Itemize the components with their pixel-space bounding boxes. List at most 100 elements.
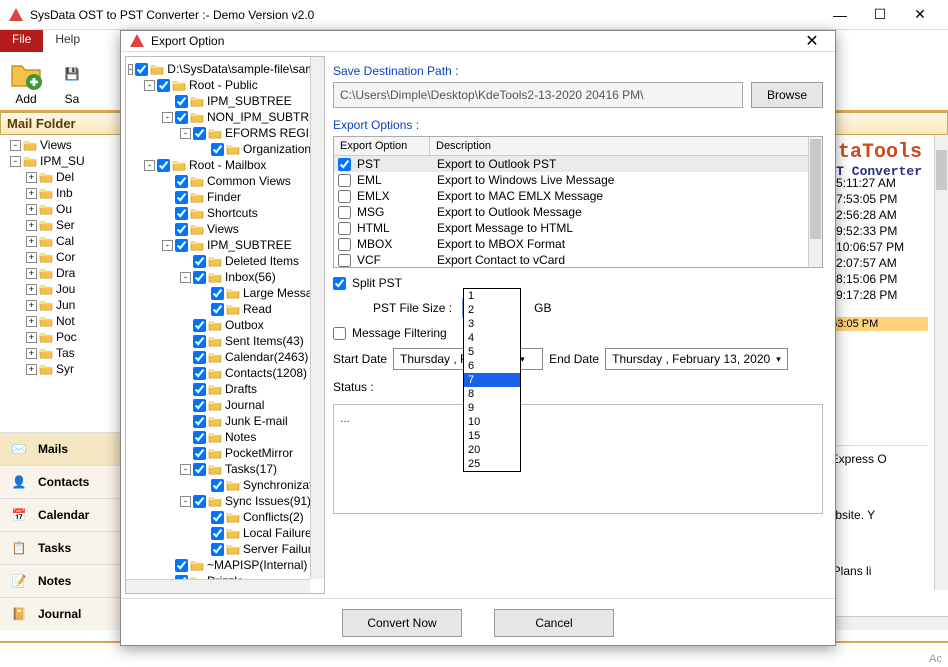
- dialog-tree-node[interactable]: Deleted Items: [128, 253, 322, 269]
- tree-node[interactable]: +Ser: [0, 217, 121, 233]
- notes-icon: 📝: [8, 571, 30, 591]
- toolbar-save-label: Sa: [52, 92, 92, 106]
- dialog-tree-node[interactable]: -Sync Issues(91): [128, 493, 322, 509]
- export-option-row[interactable]: MSGExport to Outlook Message: [334, 204, 822, 220]
- dialog-close-button[interactable]: ✕: [797, 31, 827, 51]
- close-button[interactable]: ✕: [900, 1, 940, 29]
- nav-notes[interactable]: 📝Notes: [0, 564, 121, 597]
- export-option-row[interactable]: HTMLExport Message to HTML: [334, 220, 822, 236]
- nav-contacts[interactable]: 👤Contacts: [0, 465, 121, 498]
- dialog-tree-node[interactable]: Large Messa: [128, 285, 322, 301]
- tree-node[interactable]: +Inb: [0, 185, 121, 201]
- split-pst-checkbox[interactable]: [333, 277, 346, 290]
- tasks-icon: 📋: [8, 538, 30, 558]
- dialog-tree-node[interactable]: Shortcuts: [128, 205, 322, 221]
- dialog-tree-node[interactable]: Views: [128, 221, 322, 237]
- dialog-tree-node[interactable]: Calendar(2463): [128, 349, 322, 365]
- tree-node[interactable]: +Cor: [0, 249, 121, 265]
- dialog-tree-node[interactable]: IPM_SUBTREE: [128, 93, 322, 109]
- nav-tasks[interactable]: 📋Tasks: [0, 531, 121, 564]
- dialog-tree-node[interactable]: Finder: [128, 189, 322, 205]
- browse-button[interactable]: Browse: [751, 82, 823, 108]
- tree-node[interactable]: +Ou: [0, 201, 121, 217]
- size-option[interactable]: 2: [464, 303, 520, 317]
- end-date-picker[interactable]: Thursday , February 13, 2020▾: [605, 348, 788, 370]
- tree-scrollbar-v[interactable]: [310, 57, 324, 579]
- tree-node[interactable]: +Jun: [0, 297, 121, 313]
- dialog-tree-node[interactable]: -NON_IPM_SUBTRE: [128, 109, 322, 125]
- size-option[interactable]: 6: [464, 359, 520, 373]
- size-option[interactable]: 1: [464, 289, 520, 303]
- dialog-tree-node[interactable]: Notes: [128, 429, 322, 445]
- dialog-tree-node[interactable]: -EFORMS REGIS: [128, 125, 322, 141]
- size-option[interactable]: 20: [464, 443, 520, 457]
- size-option[interactable]: 8: [464, 387, 520, 401]
- size-option[interactable]: 9: [464, 401, 520, 415]
- message-filtering-checkbox[interactable]: [333, 327, 346, 340]
- tree-node[interactable]: +Poc: [0, 329, 121, 345]
- export-option-row[interactable]: VCFExport Contact to vCard: [334, 252, 822, 268]
- menu-file[interactable]: File: [0, 30, 43, 52]
- dialog-tree-node[interactable]: Contacts(1208): [128, 365, 322, 381]
- dialog-tree-node[interactable]: Common Views: [128, 173, 322, 189]
- dialog-tree-node[interactable]: Outbox: [128, 317, 322, 333]
- size-option[interactable]: 7: [464, 373, 520, 387]
- tree-node[interactable]: +Syr: [0, 361, 121, 377]
- dialog-tree-node[interactable]: Read: [128, 301, 322, 317]
- export-col-description: Description: [430, 137, 822, 155]
- nav-journal[interactable]: 📔Journal: [0, 597, 121, 630]
- size-option[interactable]: 5: [464, 345, 520, 359]
- minimize-button[interactable]: —: [820, 1, 860, 29]
- export-options-label: Export Options :: [333, 118, 823, 132]
- dialog-tree-node[interactable]: -Root - Mailbox: [128, 157, 322, 173]
- tree-node[interactable]: +Not: [0, 313, 121, 329]
- scrollbar-vertical[interactable]: [934, 135, 948, 590]
- dialog-tree-node[interactable]: Junk E-mail: [128, 413, 322, 429]
- dialog-tree-node[interactable]: -Tasks(17): [128, 461, 322, 477]
- size-option[interactable]: 10: [464, 415, 520, 429]
- export-option-row[interactable]: EMLXExport to MAC EMLX Message: [334, 188, 822, 204]
- dialog-tree-node[interactable]: -Root - Public: [128, 77, 322, 93]
- dialog-tree-node[interactable]: Sent Items(43): [128, 333, 322, 349]
- tree-node[interactable]: +Cal: [0, 233, 121, 249]
- dialog-tree-node[interactable]: PocketMirror: [128, 445, 322, 461]
- dialog-tree-node[interactable]: Organization: [128, 141, 322, 157]
- size-option[interactable]: 3: [464, 317, 520, 331]
- pst-size-dropdown[interactable]: 12345678910152025: [463, 288, 521, 472]
- export-option-row[interactable]: PSTExport to Outlook PST: [334, 156, 822, 172]
- export-scrollbar[interactable]: [808, 137, 822, 267]
- toolbar-save[interactable]: 💾 Sa: [52, 56, 92, 106]
- maximize-button[interactable]: ☐: [860, 1, 900, 29]
- dialog-tree-node[interactable]: ~MAPISP(Internal): [128, 557, 322, 573]
- export-option-row[interactable]: EMLExport to Windows Live Message: [334, 172, 822, 188]
- tree-scrollbar-h[interactable]: [126, 579, 310, 593]
- convert-now-button[interactable]: Convert Now: [342, 609, 462, 637]
- size-option[interactable]: 25: [464, 457, 520, 471]
- gb-label: GB: [534, 301, 551, 315]
- cancel-button[interactable]: Cancel: [494, 609, 614, 637]
- destination-path-input[interactable]: [333, 82, 743, 108]
- dialog-tree-node[interactable]: -D:\SysData\sample-file\samp: [128, 61, 322, 77]
- dialog-tree-node[interactable]: Synchronizati: [128, 477, 322, 493]
- tree-node[interactable]: +Tas: [0, 345, 121, 361]
- tree-node[interactable]: -Views: [0, 137, 121, 153]
- size-option[interactable]: 4: [464, 331, 520, 345]
- tree-node[interactable]: +Jou: [0, 281, 121, 297]
- tree-node[interactable]: +Dra: [0, 265, 121, 281]
- tree-node[interactable]: +Del: [0, 169, 121, 185]
- dialog-tree-node[interactable]: Conflicts(2): [128, 509, 322, 525]
- menu-help[interactable]: Help: [43, 30, 92, 52]
- dialog-tree-node[interactable]: -Inbox(56): [128, 269, 322, 285]
- tree-node[interactable]: -IPM_SU: [0, 153, 121, 169]
- dialog-tree-node[interactable]: Journal: [128, 397, 322, 413]
- dialog-tree-node[interactable]: Drafts: [128, 381, 322, 397]
- dialog-tree-node[interactable]: -IPM_SUBTREE: [128, 237, 322, 253]
- size-option[interactable]: 15: [464, 429, 520, 443]
- dialog-tree-node[interactable]: Local Failures: [128, 525, 322, 541]
- nav-calendar[interactable]: 📅Calendar: [0, 498, 121, 531]
- export-option-row[interactable]: MBOXExport to MBOX Format: [334, 236, 822, 252]
- toolbar-add[interactable]: Add: [6, 56, 46, 106]
- dialog-tree-node[interactable]: Server Failure: [128, 541, 322, 557]
- dialog-icon: [129, 33, 145, 49]
- nav-mails[interactable]: ✉️Mails: [0, 432, 121, 465]
